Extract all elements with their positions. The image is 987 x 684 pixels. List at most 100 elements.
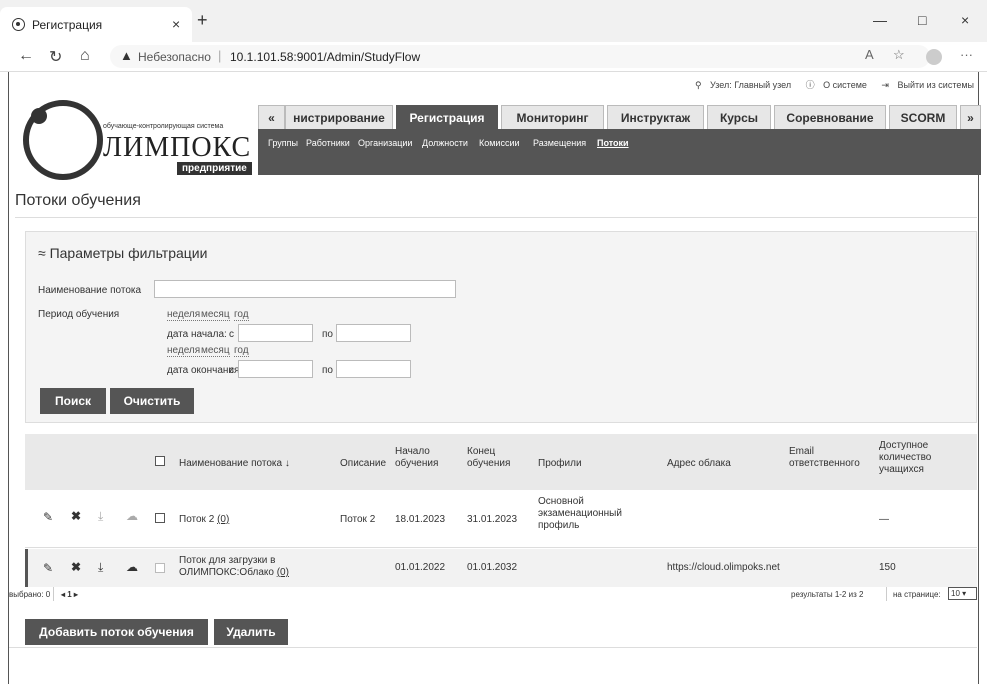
header-capacity: Доступное количество учащихся	[879, 440, 932, 475]
start-from-label: с	[229, 329, 234, 340]
delete-cross-icon[interactable]: ✖	[71, 509, 81, 523]
selected-count: выбрано: 0	[9, 590, 51, 599]
search-button[interactable]: Поиск	[40, 388, 106, 414]
menu-tabs: « нистрирование Регистрация Мониторинг И…	[258, 105, 981, 129]
start-week-link[interactable]: неделя	[167, 309, 201, 321]
tab-administration[interactable]: нистрирование	[285, 105, 393, 129]
submenu-groups[interactable]: Группы	[268, 138, 298, 148]
flow-name-label: Наименование потока	[38, 285, 142, 296]
title-divider	[15, 217, 977, 218]
home-icon[interactable]: ⌂	[80, 47, 90, 65]
per-page-value: 10	[951, 589, 960, 598]
row-profiles: Основной экзаменационный профиль	[538, 496, 622, 531]
start-from-input[interactable]	[238, 324, 313, 342]
cloud-icon[interactable]: ☁	[126, 560, 138, 574]
filter-title: Параметры фильтрации	[49, 245, 208, 261]
tab-courses[interactable]: Курсы	[707, 105, 771, 129]
pager-divider	[53, 587, 54, 601]
submenu-positions[interactable]: Должности	[422, 138, 468, 148]
submenu-placements[interactable]: Размещения	[533, 138, 586, 148]
row-cloud: https://cloud.olimpoks.net	[667, 562, 780, 573]
end-month-link[interactable]: месяц	[201, 345, 230, 357]
submenu-commissions[interactable]: Комиссии	[479, 138, 520, 148]
pager-divider-right	[886, 587, 887, 601]
url-field[interactable]: ▲ Небезопасно | 10.1.101.58:9001/Admin/S…	[110, 45, 930, 68]
row-name-text[interactable]: Поток 2	[179, 514, 214, 525]
menu-next-button[interactable]: »	[960, 105, 981, 129]
maximize-icon[interactable]: □	[918, 12, 926, 28]
window-close-icon[interactable]: ×	[961, 12, 969, 28]
select-all-checkbox[interactable]	[155, 456, 165, 466]
delete-cross-icon[interactable]: ✖	[71, 560, 81, 574]
per-page-select[interactable]: 10 ▾	[948, 587, 977, 600]
row-name[interactable]: Поток для загрузки в ОЛИМПОКС:Облако (0)	[179, 555, 329, 579]
row-start: 01.01.2022	[395, 562, 446, 573]
edit-pencil-icon[interactable]: ✎	[43, 561, 53, 575]
bottom-divider	[9, 647, 977, 648]
start-date-label: дата начала:	[167, 329, 227, 340]
address-bar: ← ↻ ⌂ ▲ Небезопасно | 10.1.101.58:9001/A…	[0, 42, 987, 72]
row-checkbox[interactable]	[155, 513, 165, 523]
reload-icon[interactable]: ↻	[49, 47, 62, 67]
start-year-link[interactable]: год	[234, 309, 249, 321]
info-icon: ⓘ	[805, 80, 815, 90]
download-icon[interactable]: ⤓	[98, 560, 103, 575]
row-count-link[interactable]: (0)	[277, 567, 289, 578]
read-aloud-icon[interactable]: A	[865, 47, 874, 62]
filter-header[interactable]: ≈ Параметры фильтрации	[38, 245, 207, 261]
edit-pencil-icon[interactable]: ✎	[43, 510, 53, 524]
row-name-text[interactable]: Поток для загрузки в ОЛИМПОКС:Облако	[179, 555, 275, 578]
exit-door-icon: ⇥	[881, 80, 889, 90]
tab-title: Регистрация	[32, 18, 103, 32]
filter-panel: ≈ Параметры фильтрации Наименование пото…	[25, 231, 977, 423]
start-to-label: по	[322, 329, 333, 340]
node-label: Узел: Главный узел	[710, 80, 792, 90]
download-icon: ⤓	[98, 509, 104, 523]
about-link[interactable]: ⓘ О системе	[800, 80, 867, 90]
profile-avatar-icon[interactable]	[926, 49, 942, 65]
tab-monitoring[interactable]: Мониторинг	[501, 105, 604, 129]
tab-competition[interactable]: Соревнование	[774, 105, 886, 129]
favorites-star-icon[interactable]: ☆	[893, 47, 905, 63]
page-title: Потоки обучения	[15, 192, 141, 209]
end-week-link[interactable]: неделя	[167, 345, 201, 357]
minimize-icon[interactable]: —	[873, 12, 887, 28]
logo-edition: предприятие	[177, 162, 252, 175]
end-to-input[interactable]	[336, 360, 411, 378]
back-arrow-icon[interactable]: ←	[18, 47, 34, 65]
flow-name-input[interactable]	[154, 280, 456, 298]
tab-registration[interactable]: Регистрация	[396, 105, 498, 129]
submenu-organizations[interactable]: Организации	[358, 138, 412, 148]
start-month-link[interactable]: месяц	[201, 309, 230, 321]
tab-instruction[interactable]: Инструктаж	[607, 105, 704, 129]
new-tab-icon[interactable]: +	[197, 11, 208, 29]
row-count-link[interactable]: (0)	[217, 514, 229, 525]
table-row[interactable]: ✎ ✖ ⤓ ☁ Поток для загрузки в ОЛИМПОКС:Об…	[25, 549, 977, 587]
end-to-label: по	[322, 365, 333, 376]
tab-scorm[interactable]: SCORM	[889, 105, 957, 129]
page-navigation[interactable]: ◂ 1 ▸	[61, 590, 78, 599]
row-capacity: —	[879, 514, 889, 525]
submenu-workers[interactable]: Работники	[306, 138, 350, 148]
clear-button[interactable]: Очистить	[110, 388, 194, 414]
submenu-flows[interactable]: Потоки	[597, 138, 629, 148]
olimpoks-logo[interactable]: T обучающе-контролирующая система ЛИМПОК…	[17, 96, 257, 180]
site-favicon-icon	[12, 18, 25, 31]
delete-button[interactable]: Удалить	[214, 619, 288, 645]
more-menu-icon[interactable]: ···	[960, 47, 973, 62]
row-name[interactable]: Поток 2 (0)	[179, 514, 229, 526]
header-name[interactable]: Наименование потока ↓	[179, 458, 290, 470]
table-row[interactable]: ✎ ✖ ⤓ ☁ Поток 2 (0) Поток 2 18.01.2023 3…	[25, 490, 977, 548]
start-to-input[interactable]	[336, 324, 411, 342]
add-flow-button[interactable]: Добавить поток обучения	[25, 619, 208, 645]
browser-tab[interactable]: Регистрация ×	[0, 7, 192, 42]
node-info[interactable]: ⚲ Узел: Главный узел	[689, 80, 791, 90]
menu-prev-button[interactable]: «	[258, 105, 285, 129]
logout-link[interactable]: ⇥ Выйти из системы	[875, 80, 974, 90]
logo-caption: обучающе-контролирующая система	[103, 123, 224, 130]
end-year-link[interactable]: год	[234, 345, 249, 357]
end-from-input[interactable]	[238, 360, 313, 378]
end-from-label: с	[229, 365, 234, 376]
tab-close-icon[interactable]: ×	[172, 16, 180, 32]
top-info-bar: ⚲ Узел: Главный узел ⓘ О системе ⇥ Выйти…	[683, 78, 974, 91]
